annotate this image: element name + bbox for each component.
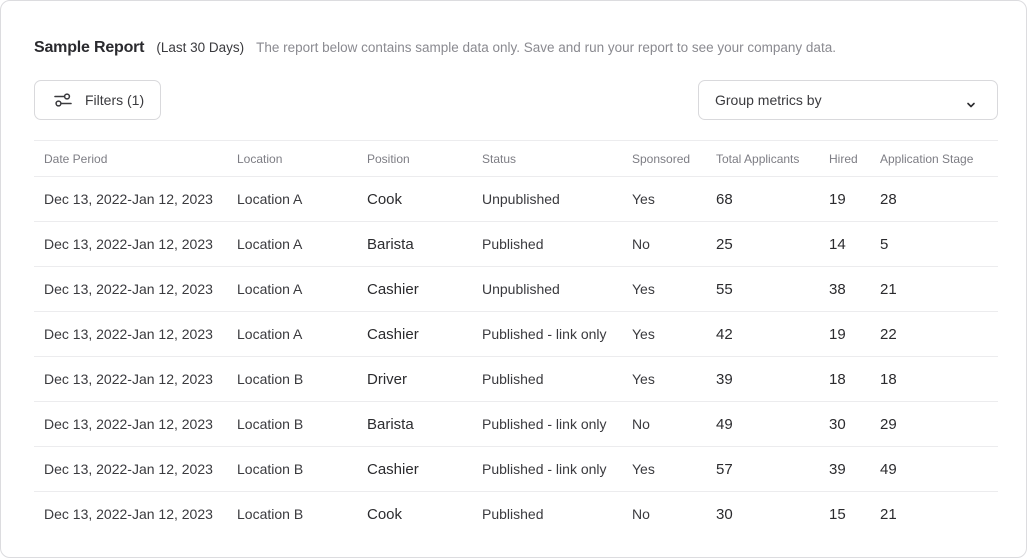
cell-date-period: Dec 13, 2022-Jan 12, 2023 [44, 371, 213, 387]
cell-total-applicants: 49 [716, 415, 733, 433]
cell-total-applicants: 39 [716, 370, 733, 388]
cell-position: Cook [367, 505, 403, 523]
cell-hired: 30 [829, 415, 846, 433]
cell-hired: 38 [829, 280, 846, 298]
cell-position: Driver [367, 370, 407, 388]
column-header-location[interactable]: Location [227, 141, 357, 177]
group-metrics-select[interactable]: Group metrics by [698, 80, 998, 120]
cell-sponsored: Yes [632, 326, 655, 342]
cell-status: Published - link only [482, 326, 607, 342]
report-date-range: (Last 30 Days) [156, 40, 245, 55]
report-card: Sample Report (Last 30 Days) The report … [0, 0, 1027, 558]
cell-date-period: Dec 13, 2022-Jan 12, 2023 [44, 326, 213, 342]
cell-date-period: Dec 13, 2022-Jan 12, 2023 [44, 236, 213, 252]
column-header-hired[interactable]: Hired [819, 141, 870, 177]
group-metrics-label: Group metrics by [715, 92, 822, 108]
report-title: Sample Report [34, 39, 145, 56]
cell-date-period: Dec 13, 2022-Jan 12, 2023 [44, 191, 213, 207]
cell-application-stage: 29 [880, 415, 897, 433]
chevron-down-icon [966, 96, 976, 108]
cell-status: Unpublished [482, 281, 560, 297]
cell-location: Location B [237, 416, 304, 432]
report-description: The report below contains sample data on… [256, 40, 836, 55]
cell-hired: 19 [829, 190, 846, 208]
cell-total-applicants: 57 [716, 460, 733, 478]
column-header-sponsored[interactable]: Sponsored [622, 141, 706, 177]
cell-position: Cook [367, 190, 403, 208]
table-row: Dec 13, 2022-Jan 12, 2023 Location B Drive… [34, 357, 998, 402]
column-header-position[interactable]: Position [357, 141, 472, 177]
table-body: Dec 13, 2022-Jan 12, 2023 Location A Cook U… [34, 177, 998, 537]
cell-sponsored: No [632, 416, 650, 432]
cell-location: Location A [237, 236, 303, 252]
cell-date-period: Dec 13, 2022-Jan 12, 2023 [44, 416, 213, 432]
cell-date-period: Dec 13, 2022-Jan 12, 2023 [44, 506, 213, 523]
cell-hired: 19 [829, 325, 846, 343]
cell-status: Published [482, 371, 544, 387]
cell-status: Unpublished [482, 191, 560, 207]
cell-position: Barista [367, 415, 414, 433]
cell-application-stage: 18 [880, 370, 897, 388]
cell-total-applicants: 25 [716, 235, 733, 253]
cell-position: Cashier [367, 325, 419, 343]
column-header-application-stage[interactable]: Application Stage [870, 141, 998, 177]
cell-date-period: Dec 13, 2022-Jan 12, 2023 [44, 281, 213, 297]
table-row: Dec 13, 2022-Jan 12, 2023 Location A Baris… [34, 222, 998, 267]
cell-total-applicants: 68 [716, 190, 733, 208]
filters-label: Filters (1) [85, 92, 145, 108]
cell-hired: 18 [829, 370, 846, 388]
cell-application-stage: 28 [880, 190, 897, 208]
sliders-icon [54, 92, 72, 108]
table-row: Dec 13, 2022-Jan 12, 2023 Location B Cashi… [34, 447, 998, 492]
table-row: Dec 13, 2022-Jan 12, 2023 Location B Cook P… [34, 492, 998, 537]
cell-position: Cashier [367, 280, 419, 298]
cell-sponsored: No [632, 506, 650, 523]
cell-position: Cashier [367, 460, 419, 478]
cell-hired: 14 [829, 235, 846, 253]
cell-location: Location B [237, 506, 304, 523]
cell-total-applicants: 42 [716, 325, 733, 343]
cell-location: Location A [237, 326, 303, 342]
cell-status: Published - link only [482, 416, 607, 432]
cell-total-applicants: 30 [716, 505, 733, 523]
report-header: Sample Report (Last 30 Days) The report … [34, 39, 836, 59]
cell-sponsored: Yes [632, 281, 655, 297]
table-row: Dec 13, 2022-Jan 12, 2023 Location B Baris… [34, 402, 998, 447]
cell-status: Published [482, 506, 544, 523]
cell-location: Location B [237, 461, 304, 477]
cell-hired: 15 [829, 505, 846, 523]
cell-sponsored: Yes [632, 191, 655, 207]
cell-position: Barista [367, 235, 414, 253]
table-row: Dec 13, 2022-Jan 12, 2023 Location A Cook U… [34, 177, 998, 222]
filters-button[interactable]: Filters (1) [34, 80, 161, 120]
cell-total-applicants: 55 [716, 280, 733, 298]
cell-status: Published [482, 236, 544, 252]
column-header-date-period[interactable]: Date Period [34, 141, 227, 177]
cell-location: Location B [237, 371, 304, 387]
cell-status: Published - link only [482, 461, 607, 477]
table-row: Dec 13, 2022-Jan 12, 2023 Location A Cashi… [34, 267, 998, 312]
cell-application-stage: 21 [880, 280, 897, 298]
cell-date-period: Dec 13, 2022-Jan 12, 2023 [44, 461, 213, 477]
cell-hired: 39 [829, 460, 846, 478]
cell-application-stage: 5 [880, 235, 889, 253]
column-header-total-applicants[interactable]: Total Applicants [706, 141, 819, 177]
report-table: Date Period Location Position Status Spo… [34, 140, 998, 537]
cell-application-stage: 21 [880, 505, 897, 523]
cell-application-stage: 22 [880, 325, 897, 343]
cell-sponsored: Yes [632, 461, 655, 477]
cell-application-stage: 49 [880, 460, 897, 478]
table-header-row: Date Period Location Position Status Spo… [34, 140, 998, 177]
cell-location: Location A [237, 281, 303, 297]
cell-sponsored: Yes [632, 371, 655, 387]
table-row: Dec 13, 2022-Jan 12, 2023 Location A Cashi… [34, 312, 998, 357]
cell-sponsored: No [632, 236, 650, 252]
column-header-status[interactable]: Status [472, 141, 622, 177]
cell-location: Location A [237, 191, 303, 207]
